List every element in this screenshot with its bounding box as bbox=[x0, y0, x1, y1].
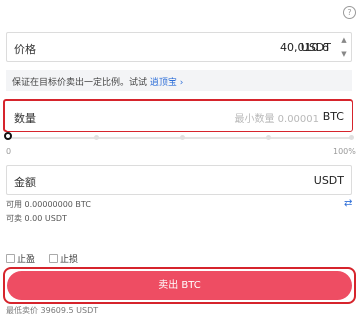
amount-label: 金额 bbox=[14, 176, 36, 189]
quantity-unit: BTC bbox=[322, 110, 344, 123]
slider-tick-25[interactable] bbox=[94, 135, 99, 140]
price-unit: USDT bbox=[300, 41, 331, 54]
take-profit-checkbox[interactable]: 止盈 bbox=[6, 252, 35, 265]
quantity-label: 数量 bbox=[14, 112, 36, 125]
checkbox-icon[interactable] bbox=[49, 254, 58, 263]
strategy-tip: 保证在目标价卖出一定比例。试试 逍顶宝 › bbox=[6, 70, 352, 91]
price-field[interactable]: 价格 40,010.6 USDT ▲ ▼ bbox=[6, 32, 352, 62]
quantity-placeholder: 最小数量 0.00001 bbox=[234, 114, 319, 125]
stepper-down-icon[interactable]: ▼ bbox=[337, 47, 351, 61]
slider-tick-75[interactable] bbox=[266, 135, 271, 140]
slider-tick-100[interactable] bbox=[349, 135, 354, 140]
price-stepper[interactable]: ▲ ▼ bbox=[337, 33, 351, 61]
swap-icon[interactable]: ⇄ bbox=[344, 198, 352, 209]
slider-handle[interactable] bbox=[4, 132, 12, 140]
stop-loss-checkbox[interactable]: 止损 bbox=[49, 252, 78, 265]
stepper-up-icon[interactable]: ▲ bbox=[337, 33, 351, 47]
amount-unit: USDT bbox=[313, 174, 344, 187]
sell-btc-button[interactable]: 卖出 BTC bbox=[7, 271, 352, 300]
slider-max-label: 100% bbox=[333, 147, 356, 156]
price-label: 价格 bbox=[14, 43, 36, 56]
tip-link[interactable]: 逍顶宝 › bbox=[150, 78, 184, 88]
min-sell-price: 最低卖价 39609.5 USDT bbox=[6, 306, 99, 315]
slider-tick-50[interactable] bbox=[180, 135, 185, 140]
help-icon[interactable]: ? bbox=[343, 6, 356, 19]
tip-text: 保证在目标价卖出一定比例。试试 bbox=[12, 78, 148, 88]
sellable-amount: 可卖 0.00 USDT bbox=[6, 214, 67, 223]
checkbox-icon[interactable] bbox=[6, 254, 15, 263]
chevron-right-icon: › bbox=[179, 78, 184, 88]
quantity-field[interactable]: 数量 最小数量 0.00001 BTC bbox=[6, 101, 352, 131]
amount-field[interactable]: 金额 USDT bbox=[6, 165, 352, 195]
available-balance: 可用 0.00000000 BTC bbox=[6, 200, 91, 209]
slider-min-label: 0 bbox=[6, 147, 12, 156]
